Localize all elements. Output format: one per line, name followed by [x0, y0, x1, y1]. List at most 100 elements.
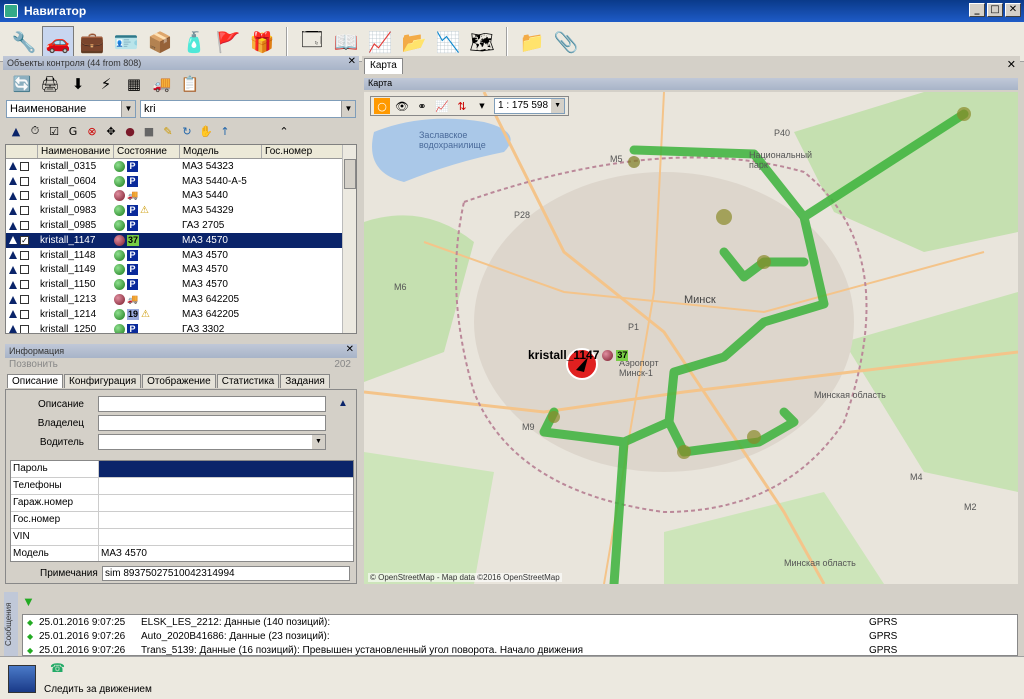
tab-display[interactable]: Отображение [142, 374, 216, 388]
table-row[interactable]: kristall_1150 P МАЗ 4570 [6, 277, 356, 292]
property-row[interactable]: Гараж.номер [11, 495, 353, 512]
call-row[interactable]: Позвонить 202 [5, 359, 357, 373]
filter-input[interactable]: kri ▼ [140, 100, 356, 118]
column-header[interactable]: Наименование [38, 145, 114, 158]
monitor-icon[interactable] [8, 665, 36, 693]
box-icon[interactable]: 📦 [144, 26, 176, 58]
tab-configuration[interactable]: Конфигурация [64, 374, 142, 388]
column-header[interactable]: Гос.номер [262, 145, 344, 158]
triangle-icon[interactable] [9, 280, 17, 289]
binoculars-icon[interactable]: ⚭ [414, 98, 430, 114]
tab-statistics[interactable]: Статистика [216, 374, 280, 388]
close-icon[interactable]: ✕ [346, 344, 354, 355]
bottle-icon[interactable]: 🧴 [178, 26, 210, 58]
chevron-down-icon[interactable]: ▼ [551, 99, 565, 113]
chevron-down-icon[interactable]: ▼ [341, 101, 355, 117]
pen-icon[interactable]: ✎ [161, 124, 175, 138]
triangle-icon[interactable] [9, 325, 17, 333]
property-value[interactable] [99, 495, 353, 511]
table-scrollbar[interactable] [342, 145, 356, 333]
row-checkbox[interactable] [20, 206, 29, 216]
record-icon[interactable]: ○ [374, 98, 390, 114]
move-icon[interactable]: ✥ [104, 124, 118, 138]
refresh-small-icon[interactable]: ↻ [180, 124, 194, 138]
close-icon[interactable]: ✕ [1007, 58, 1016, 71]
row-checkbox[interactable] [20, 221, 29, 231]
tab-description[interactable]: Описание [7, 374, 64, 388]
driver-select[interactable]: ▼ [98, 434, 326, 450]
cancel-icon[interactable]: ⊗ [85, 124, 99, 138]
row-checkbox[interactable] [20, 295, 29, 305]
column-header[interactable]: Состояние [114, 145, 180, 158]
table-row[interactable]: kristall_0983 P ⚠ МАЗ 54329 [6, 203, 356, 218]
gift-icon[interactable]: 🎁 [246, 26, 278, 58]
close-button[interactable]: ✕ [1005, 3, 1021, 17]
printer-icon[interactable]: 🖨 [39, 73, 61, 95]
wrench-icon[interactable]: 🔧 [8, 26, 40, 58]
table-row[interactable]: kristall_1213 🚚 МАЗ 642205 [6, 292, 356, 307]
hand-icon[interactable]: ✋ [199, 124, 213, 138]
car-icon[interactable]: 🚗 [42, 25, 74, 58]
chevron-down-icon[interactable]: ▼ [474, 98, 490, 114]
property-value[interactable] [99, 461, 353, 477]
filter-icon[interactable]: ▼ [22, 594, 35, 609]
stopwatch-icon[interactable]: ⏱ [28, 124, 42, 138]
scrollbar-thumb[interactable] [344, 159, 356, 189]
row-checkbox[interactable] [20, 280, 29, 290]
triangle-icon[interactable]: ▲ [9, 124, 23, 138]
row-checkbox[interactable] [20, 250, 29, 260]
route-icon[interactable]: ⇅ [454, 98, 470, 114]
triangle-icon[interactable] [9, 295, 17, 304]
table-row[interactable]: kristall_1148 P МАЗ 4570 [6, 248, 356, 263]
ball-icon[interactable]: ● [123, 124, 137, 138]
square-icon[interactable]: ■ [142, 124, 156, 138]
triangle-icon[interactable] [9, 162, 17, 171]
table-row[interactable]: kristall_1149 P МАЗ 4570 [6, 263, 356, 278]
notes-field[interactable]: sim 89375027510042314994 [102, 566, 350, 581]
truck-icon[interactable]: 🚚 [151, 73, 173, 95]
tab-map[interactable]: Карта [364, 58, 403, 74]
maximize-button[interactable]: □ [987, 3, 1003, 17]
book-icon[interactable]: 📖 [330, 26, 362, 58]
description-field[interactable] [98, 396, 326, 412]
table-row[interactable]: kristall_0315 P МАЗ 54323 [6, 159, 356, 174]
triangle-icon[interactable] [9, 236, 17, 245]
tab-tasks[interactable]: Задания [280, 374, 330, 388]
row-checkbox[interactable] [20, 324, 29, 333]
filter-field-select[interactable]: Наименование ▼ [6, 100, 136, 118]
graph-icon[interactable]: 📉 [432, 26, 464, 58]
window-icon[interactable]: 🗔 [296, 26, 328, 58]
log-row[interactable]: ◆ 25.01.2016 9:07:26 Trans_5139: Данные … [23, 643, 1017, 656]
close-icon[interactable]: ✕ [348, 56, 356, 67]
property-row[interactable]: VIN [11, 529, 353, 546]
table-row[interactable]: kristall_1250 P ГАЗ 3302 [6, 322, 356, 333]
triangle-icon[interactable] [9, 310, 17, 319]
chart-icon[interactable]: 📈 [434, 98, 450, 114]
row-checkbox[interactable] [20, 265, 29, 275]
row-checkbox[interactable] [20, 176, 29, 186]
map-canvas[interactable]: ○ 👁 ⚭ 📈 ⇅ ▼ 1 : 175 598 ▼ Заславское вод… [364, 92, 1018, 584]
vehicle-label[interactable]: kristall_1147 37 [528, 348, 629, 362]
table-row[interactable]: kristall_1214 19 ⚠ МАЗ 642205 [6, 307, 356, 322]
id-card-icon[interactable]: 🪪 [110, 26, 142, 58]
folder-icon[interactable]: 📂 [398, 26, 430, 58]
checkbox-icon[interactable]: ☑ [47, 124, 61, 138]
property-row[interactable]: Гос.номер [11, 512, 353, 529]
triangle-icon[interactable] [9, 177, 17, 186]
owner-field[interactable] [98, 415, 326, 431]
property-row[interactable]: Телефоны [11, 478, 353, 495]
property-row[interactable]: Модель МАЗ 4570 [11, 546, 353, 561]
property-value[interactable] [99, 512, 353, 528]
chevron-down-icon[interactable]: ▼ [121, 101, 135, 117]
refresh-icon[interactable]: 🔄 [11, 73, 33, 95]
minimize-button[interactable]: _ [969, 3, 985, 17]
area-chart-icon[interactable]: 🗺 [466, 26, 498, 58]
triangle-icon[interactable]: ▲ [338, 398, 348, 409]
triangle-icon[interactable] [9, 221, 17, 230]
suitcase-icon[interactable]: 💼 [76, 26, 108, 58]
row-checkbox[interactable]: ✓ [20, 235, 29, 245]
arrow-up-icon[interactable]: ↑ [218, 124, 232, 138]
row-checkbox[interactable] [20, 309, 29, 319]
property-value[interactable] [99, 478, 353, 494]
flag-icon[interactable]: 🚩 [212, 26, 244, 58]
